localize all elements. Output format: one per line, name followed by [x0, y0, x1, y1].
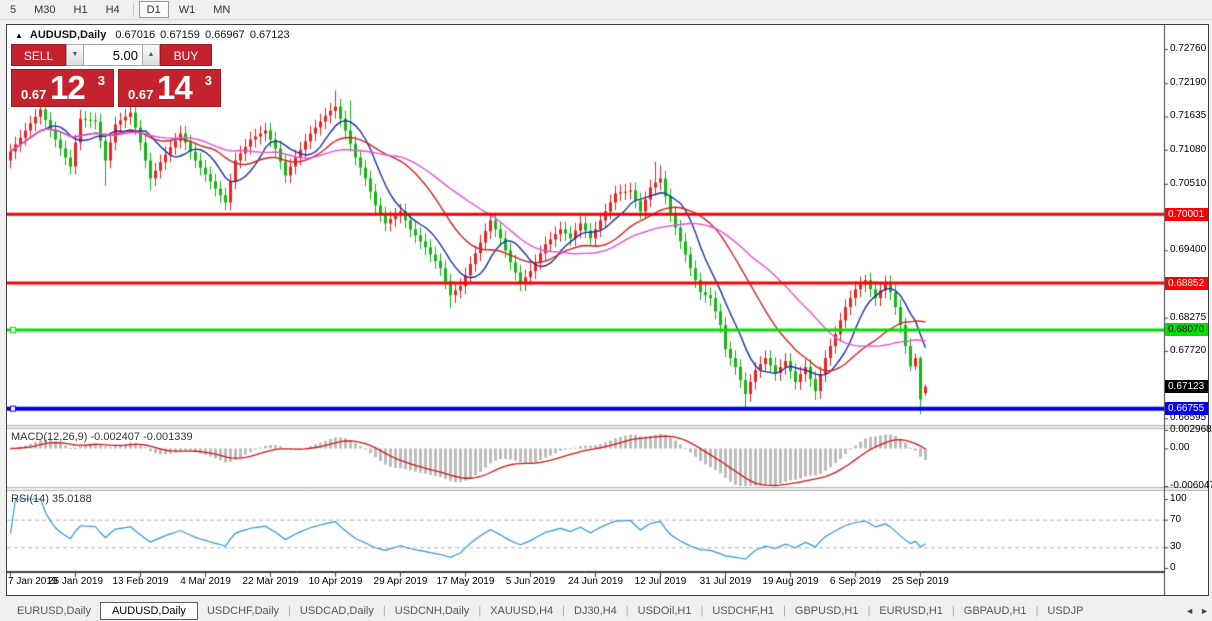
price-chart-canvas[interactable] — [7, 25, 1208, 595]
symbol-tab-usdoil-h1[interactable]: USDOil,H1 — [629, 603, 701, 619]
date-axis-label: 31 Jul 2019 — [700, 576, 752, 587]
symbol-tab-bar: EURUSD,DailyAUDUSD,DailyUSDCHF,Daily|USD… — [0, 600, 1212, 621]
ohlc-low: 0.66967 — [205, 29, 245, 41]
sell-price-box[interactable]: 0.67 12 3 — [11, 69, 114, 107]
sell-price-big: 12 — [50, 69, 85, 107]
symbol-tab-usdchf-daily[interactable]: USDCHF,Daily — [198, 603, 288, 619]
symbol-tab-gbpaud-h1[interactable]: GBPAUD,H1 — [955, 603, 1036, 619]
price-axis-tick: 0.69400 — [1170, 244, 1206, 256]
symbol-tab-eurusd-daily[interactable]: EURUSD,Daily — [8, 603, 100, 619]
volume-decrease-button[interactable]: ▼ — [66, 44, 84, 66]
sell-price-sup: 3 — [98, 73, 105, 88]
sell-price-prefix: 0.67 — [21, 87, 46, 102]
macd-axis-tick: 0.00 — [1170, 442, 1189, 454]
volume-increase-button[interactable]: ▲ — [142, 44, 160, 66]
date-axis-label: 29 Apr 2019 — [374, 576, 428, 587]
level-price-tag: 0.68852 — [1165, 277, 1208, 290]
sell-button[interactable]: SELL — [11, 44, 66, 66]
rsi-axis-tick: 100 — [1170, 493, 1187, 505]
rsi-axis-tick: 30 — [1170, 541, 1181, 553]
price-axis-tick: 0.71080 — [1170, 144, 1206, 156]
rsi-indicator-label: RSI(14) 35.0188 — [11, 493, 92, 505]
level-price-tag: 0.70001 — [1165, 208, 1208, 221]
buy-price-sup: 3 — [205, 73, 212, 88]
chart-window: ▲ AUDUSD,Daily 0.67016 0.67159 0.66967 0… — [6, 24, 1209, 596]
date-axis-label: 5 Jun 2019 — [506, 576, 556, 587]
tab-scroll-left-button[interactable]: ◄ — [1185, 606, 1194, 616]
date-axis-label: 6 Sep 2019 — [830, 576, 881, 587]
macd-value: -0.002407 — [90, 431, 140, 443]
level-price-tag: 0.68070 — [1165, 323, 1208, 336]
timeframe-button-w1[interactable]: W1 — [171, 1, 204, 18]
volume-input[interactable] — [84, 44, 142, 66]
timeframe-button-m30[interactable]: M30 — [26, 1, 63, 18]
date-axis-label: 13 Feb 2019 — [112, 576, 168, 587]
current-price-tag: 0.67123 — [1165, 380, 1208, 393]
symbol-tab-gbpusd-h1[interactable]: GBPUSD,H1 — [786, 603, 868, 619]
toolbar-separator — [133, 3, 134, 17]
ohlc-close: 0.67123 — [250, 29, 290, 41]
timeframe-button-h4[interactable]: H4 — [98, 1, 128, 18]
date-axis-label: 17 May 2019 — [437, 576, 495, 587]
macd-axis-tick: 0.002968 — [1170, 424, 1212, 436]
symbol-tab-usdjp[interactable]: USDJP — [1038, 603, 1092, 619]
symbol-tab-eurusd-h1[interactable]: EURUSD,H1 — [870, 603, 952, 619]
macd-indicator-label: MACD(12,26,9) -0.002407 -0.001339 — [11, 431, 193, 443]
timeframe-button-h1[interactable]: H1 — [66, 1, 96, 18]
price-axis-tick: 0.67720 — [1170, 345, 1206, 357]
buy-price-big: 14 — [157, 69, 192, 107]
buy-price-box[interactable]: 0.67 14 3 — [118, 69, 221, 107]
price-axis-tick: 0.72190 — [1170, 77, 1206, 89]
ohlc-high: 0.67159 — [160, 29, 200, 41]
level-price-tag: 0.66755 — [1165, 402, 1208, 415]
chart-header: ▲ AUDUSD,Daily 0.67016 0.67159 0.66967 0… — [15, 29, 290, 41]
timeframe-button-mn[interactable]: MN — [205, 1, 238, 18]
rsi-axis-tick: 70 — [1170, 514, 1181, 526]
chart-symbol-label: AUDUSD,Daily — [30, 29, 106, 41]
date-axis-label: 24 Jun 2019 — [568, 576, 623, 587]
price-axis-tick: 0.70510 — [1170, 178, 1206, 190]
date-axis-label: 25 Sep 2019 — [892, 576, 949, 587]
timeframe-button-d1[interactable]: D1 — [139, 1, 169, 18]
price-axis-tick: 0.71635 — [1170, 110, 1206, 122]
ohlc-open: 0.67016 — [115, 29, 155, 41]
buy-price-prefix: 0.67 — [128, 87, 153, 102]
date-axis-label: 10 Apr 2019 — [309, 576, 363, 587]
tab-scroll-right-button[interactable]: ► — [1200, 606, 1209, 616]
one-click-trading-panel: SELL ▼ ▲ BUY 0.67 12 3 0.67 14 3 — [11, 44, 223, 107]
macd-axis-tick: -0.006047 — [1170, 480, 1212, 492]
date-axis-label: 4 Mar 2019 — [180, 576, 231, 587]
date-axis-label: 12 Jul 2019 — [635, 576, 687, 587]
macd-signal-value: -0.001339 — [143, 431, 193, 443]
buy-button[interactable]: BUY — [160, 44, 212, 66]
timeframe-toolbar: 5M30H1H4 D1W1MN — [0, 0, 1212, 20]
symbol-tab-audusd-daily[interactable]: AUDUSD,Daily — [100, 602, 198, 620]
date-axis-label: 22 Mar 2019 — [242, 576, 298, 587]
symbol-tab-usdchf-h1[interactable]: USDCHF,H1 — [703, 603, 783, 619]
price-axis-tick: 0.72760 — [1170, 43, 1206, 55]
price-axis-tick: 0.68275 — [1170, 312, 1206, 324]
symbol-arrow-icon: ▲ — [15, 31, 23, 40]
symbol-tab-dj30-h4[interactable]: DJ30,H4 — [565, 603, 626, 619]
symbol-tab-usdcnh-daily[interactable]: USDCNH,Daily — [386, 603, 479, 619]
rsi-value: 35.0188 — [52, 493, 92, 505]
date-axis-label: 19 Aug 2019 — [762, 576, 818, 587]
symbol-tab-xauusd-h4[interactable]: XAUUSD,H4 — [481, 603, 562, 619]
symbol-tab-usdcad-daily[interactable]: USDCAD,Daily — [291, 603, 383, 619]
date-axis-label: 25 Jan 2019 — [48, 576, 103, 587]
rsi-axis-tick: 0 — [1170, 562, 1176, 574]
timeframe-button-5[interactable]: 5 — [2, 1, 24, 18]
